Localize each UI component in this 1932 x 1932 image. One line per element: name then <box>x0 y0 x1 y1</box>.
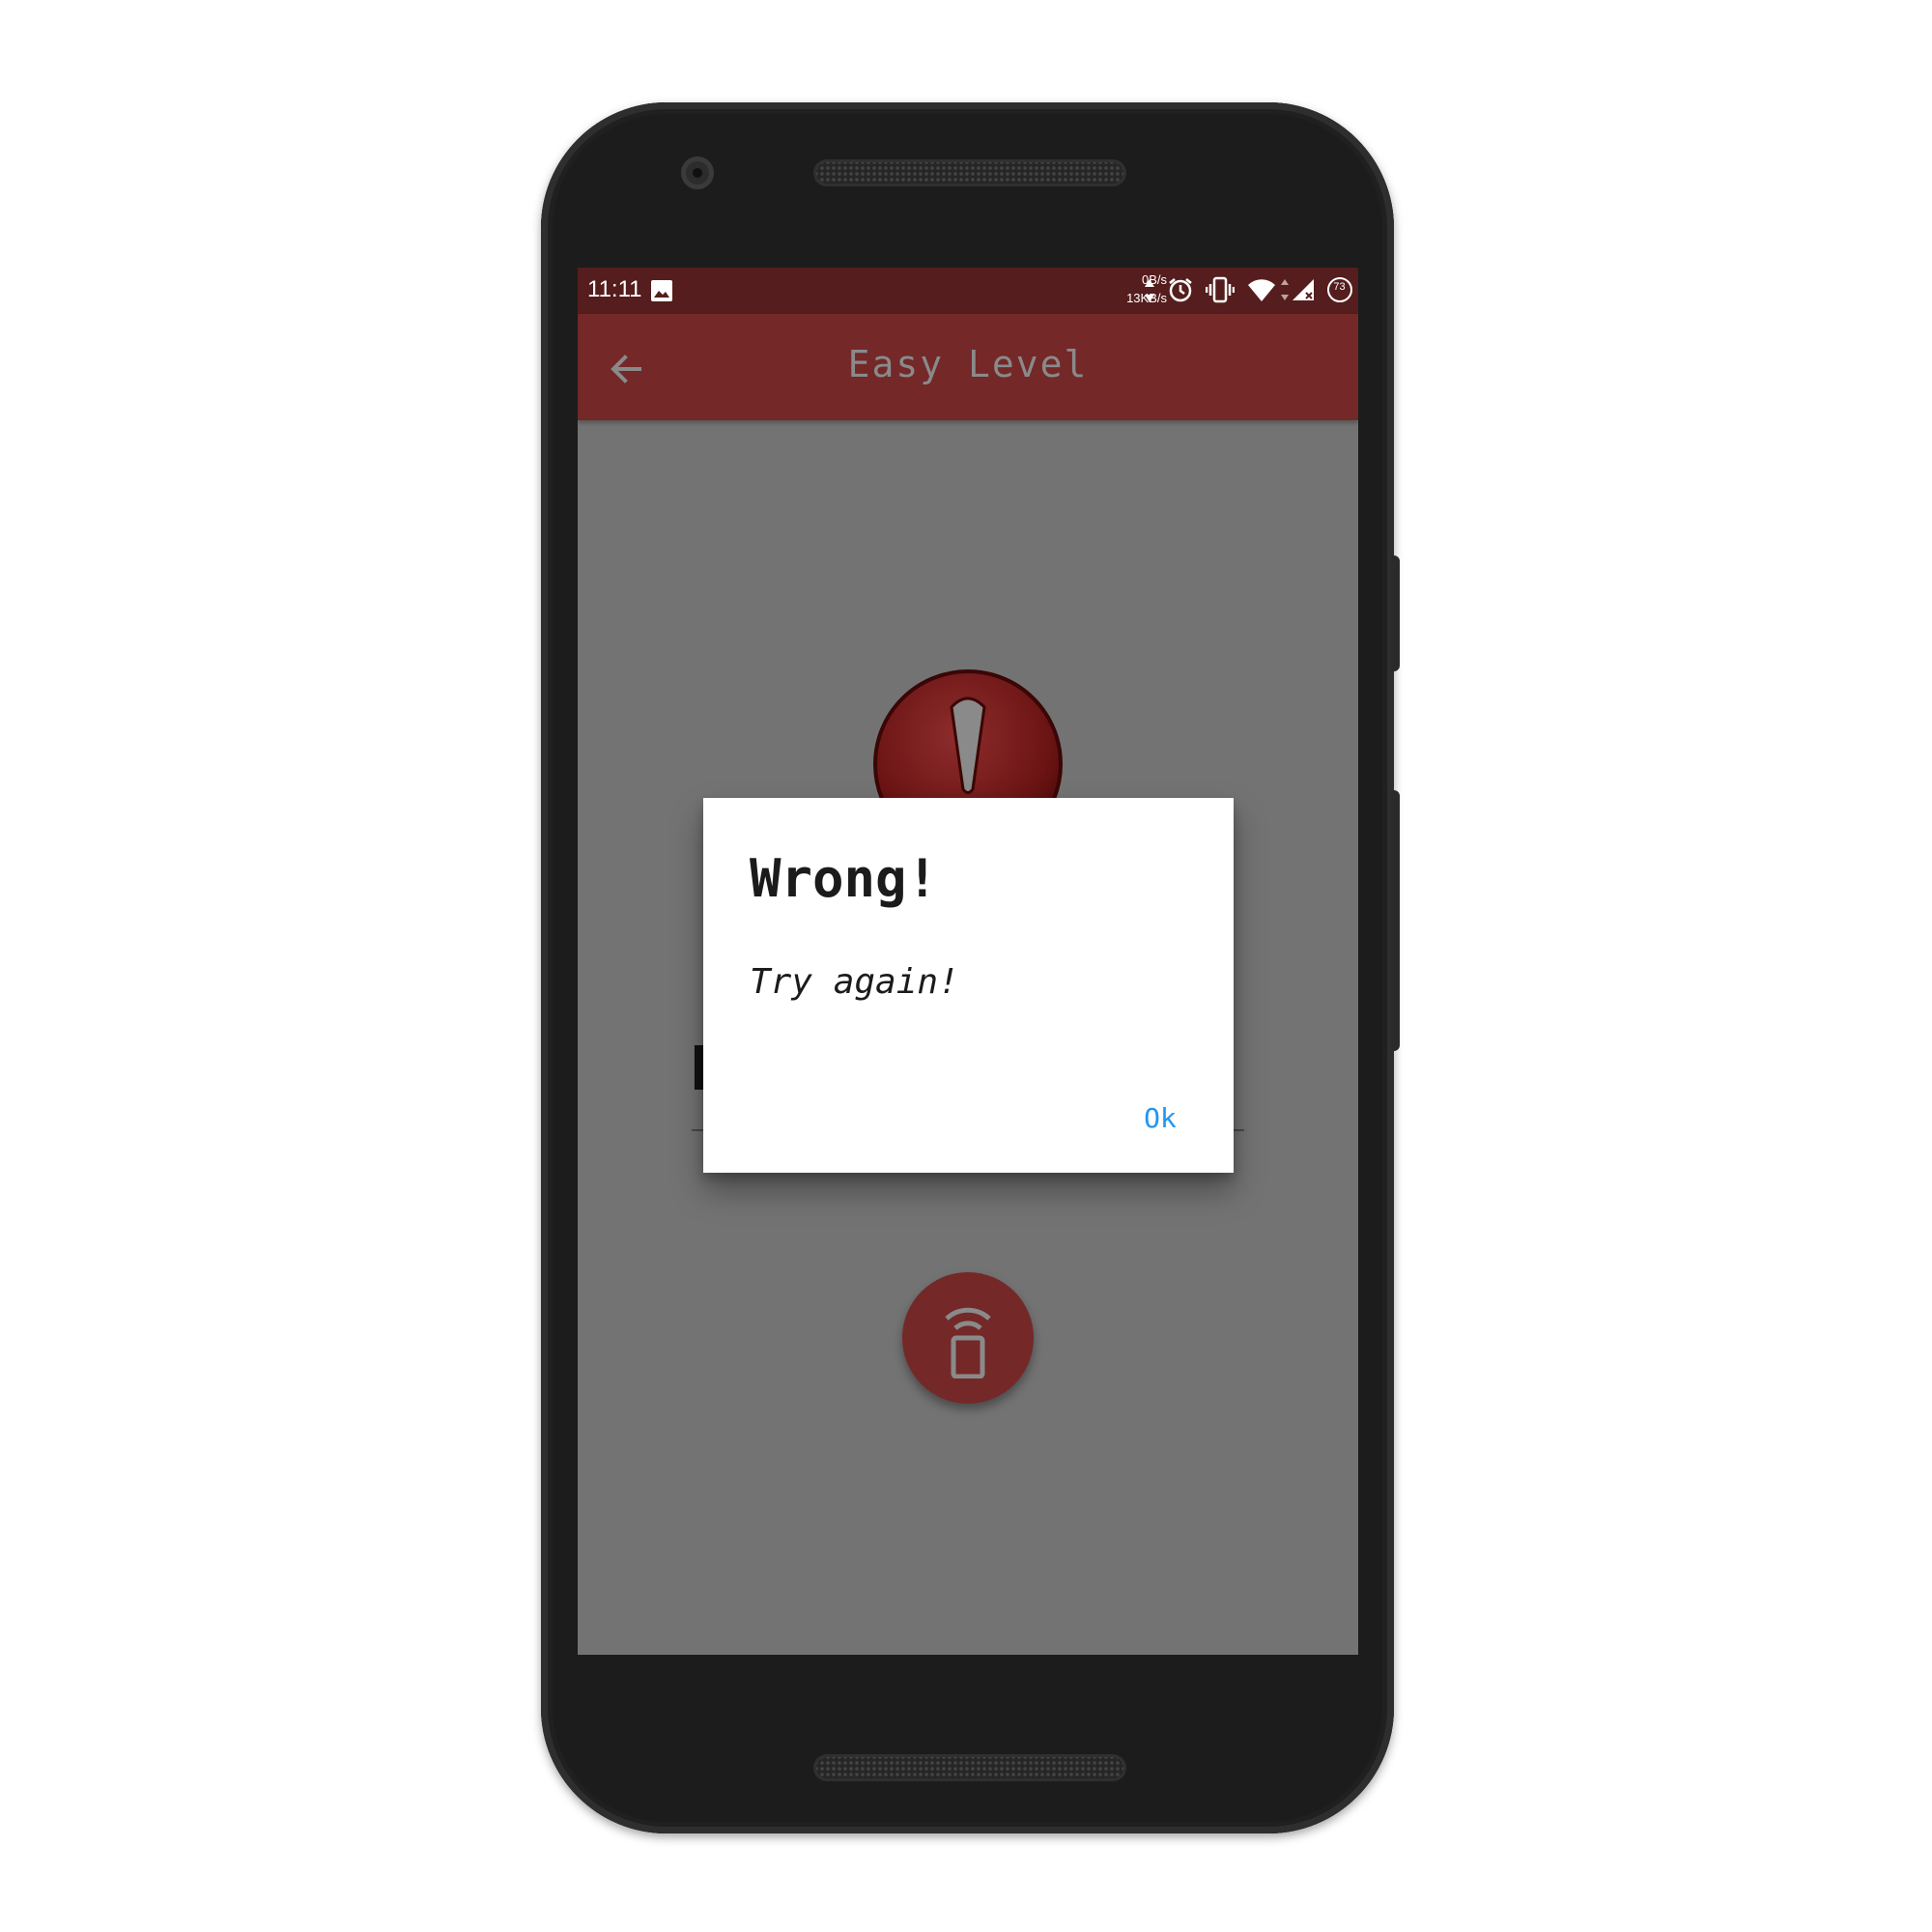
status-bar: 11:11 0B/s 13KB/s 73 <box>578 268 1358 314</box>
battery-icon: 73 <box>1327 277 1352 302</box>
wifi-icon <box>1247 277 1276 306</box>
battery-level: 73 <box>1333 281 1346 293</box>
top-speaker <box>813 159 1126 186</box>
app-bar: Easy Level <box>578 314 1358 420</box>
front-camera <box>681 156 714 189</box>
alarm-icon <box>1167 276 1194 307</box>
bottom-speaker <box>813 1754 1126 1781</box>
image-icon <box>650 279 673 306</box>
status-time: 11:11 <box>587 276 642 302</box>
dialog-title: Wrong! <box>750 848 939 909</box>
signal-icon <box>1281 277 1318 306</box>
dialog-message: Try again! <box>750 962 959 1002</box>
volume-button <box>1391 790 1400 1051</box>
net-down-text: 13KB/s <box>1126 291 1167 305</box>
ok-button[interactable]: Ok <box>1126 1094 1194 1143</box>
power-button <box>1391 555 1400 671</box>
net-up-text: 0B/s <box>1141 272 1167 287</box>
data-arrows-icon <box>1144 277 1155 308</box>
vibrate-icon <box>1205 276 1236 307</box>
screen: 11:11 0B/s 13KB/s 73 Easy Level Wrong! T… <box>578 268 1358 1655</box>
alert-dialog: Wrong! Try again! Ok <box>703 798 1234 1173</box>
phone-signal-icon <box>945 1307 991 1378</box>
phone-signal-button[interactable] <box>902 1272 1034 1404</box>
text-cursor <box>695 1045 703 1090</box>
app-title: Easy Level <box>847 343 1089 385</box>
